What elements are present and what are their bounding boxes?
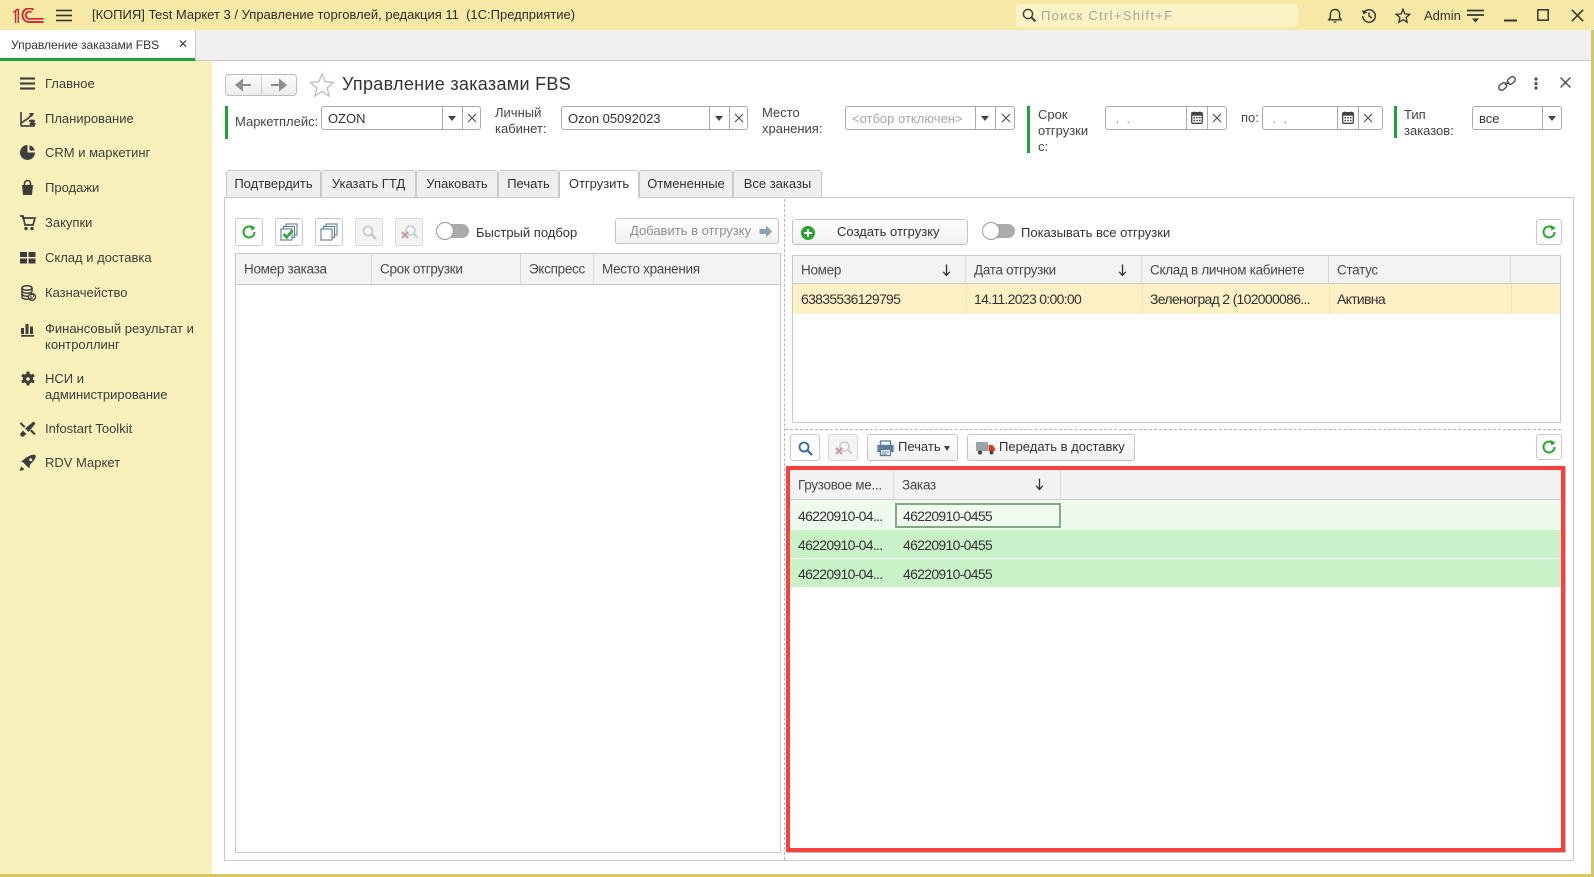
svg-text:₽: ₽ bbox=[30, 294, 35, 302]
